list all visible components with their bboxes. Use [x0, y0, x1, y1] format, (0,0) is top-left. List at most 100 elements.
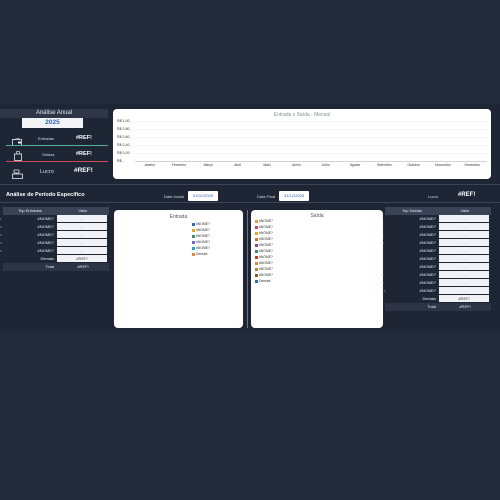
row-value: - [439, 231, 489, 238]
legend-label: Demais [259, 279, 271, 283]
end-date-label: Data Final [257, 194, 276, 199]
row-number: 3 [0, 233, 2, 237]
legend-label: Demais [196, 252, 208, 256]
legend-label: #NOME? [259, 273, 273, 277]
end-date-field[interactable]: 31/12/2025 [279, 191, 309, 201]
y-tick-label: R$ 0,40 [117, 143, 130, 147]
x-tick-label: Fevereiro [171, 163, 187, 167]
chart-title: Entrada x Saída - Mensal [273, 112, 331, 118]
legend-swatch [192, 252, 195, 256]
x-tick-label: Abril [234, 163, 242, 167]
row-value: - [57, 215, 107, 222]
table-row: 2 #NOME? - [0, 223, 109, 231]
row-value: - [439, 255, 489, 262]
row-number: 2 [0, 225, 2, 229]
row-value: - [57, 239, 107, 246]
entradas-value: #REF! [76, 135, 92, 141]
table-row: 4 #NOME? - [382, 239, 491, 247]
table-row: 7 #NOME? - [382, 263, 491, 271]
wallet-icon [12, 133, 22, 146]
start-date-label: Data Inicial [164, 194, 184, 199]
y-tick-label: R$ 0,20 [117, 151, 130, 155]
start-date-field[interactable]: 01/01/2025 [188, 191, 218, 201]
gridline [135, 145, 487, 146]
entradas-label: Entradas [38, 136, 55, 141]
table-row: 4 #NOME? - [0, 239, 109, 247]
x-tick-label: Maio [263, 163, 271, 167]
legend-swatch [192, 246, 195, 250]
row-name: #NOME? [419, 240, 436, 245]
row-name: #NOME? [37, 216, 54, 221]
row-value: - [57, 231, 107, 238]
annual-title: Análise Anual [0, 109, 108, 118]
total-value: #REF! [77, 264, 89, 269]
row-number: 5 [0, 249, 2, 253]
legend-swatch [255, 255, 258, 259]
row-value: - [439, 287, 489, 294]
period-top-rule [0, 184, 500, 185]
top-entradas-header: Top Entradas [3, 207, 57, 215]
entrada-pie-title: Entrada [169, 214, 188, 220]
legend-label: #NOME? [196, 222, 210, 226]
x-tick-label: Agosto [349, 163, 361, 167]
cash-register-icon [12, 166, 23, 179]
legend-label: #NOME? [196, 234, 210, 238]
row-name: #NOME? [419, 288, 436, 293]
total-value: #REF! [459, 304, 471, 309]
row-name: #NOME? [37, 232, 54, 237]
top-saidas-total-row: Total #REF! [385, 303, 491, 311]
gridline [135, 129, 487, 130]
legend-swatch [255, 219, 258, 223]
legend-swatch [192, 222, 195, 226]
row-number: 4 [382, 241, 384, 245]
row-value: - [439, 247, 489, 254]
x-tick-label: Dezembro [464, 163, 481, 167]
legend-swatch [255, 237, 258, 241]
y-tick-label: R$ 0,80 [117, 127, 130, 131]
table-row: 5 #NOME? - [0, 247, 109, 255]
row-name: #NOME? [419, 248, 436, 253]
legend-swatch [255, 267, 258, 271]
y-tick-label: R$ - [117, 159, 124, 163]
total-label: Total [45, 264, 54, 269]
top-entradas-total-row: Total #REF! [3, 263, 109, 271]
lucro-value: #REF! [74, 167, 93, 174]
period-lucro-label: Lucro [428, 194, 439, 199]
year-selector[interactable]: 2025 [22, 118, 83, 128]
total-label: Total [427, 304, 436, 309]
legend-swatch [255, 243, 258, 247]
row-value: - [57, 247, 107, 254]
x-tick-label: Julho [321, 163, 330, 167]
row-number: 4 [0, 241, 2, 245]
table-row: 8 #NOME? - [382, 271, 491, 279]
table-row: 9 #NOME? - [382, 279, 491, 287]
legend-swatch [192, 228, 195, 232]
row-value: - [439, 263, 489, 270]
period-bottom-rule [0, 202, 500, 203]
row-number: 2 [382, 225, 384, 229]
table-row: 1 #NOME? - [382, 215, 491, 223]
row-number: 8 [382, 273, 384, 277]
table-row: 3 #NOME? - [0, 231, 109, 239]
legend-label: #NOME? [259, 249, 273, 253]
legend-label: #NOME? [259, 267, 273, 271]
row-value: - [439, 271, 489, 278]
legend-item: Demais [255, 278, 273, 284]
row-number: 3 [382, 233, 384, 237]
x-tick-label: Junho [291, 163, 301, 167]
entrada-legend: #NOME? #NOME? #NOME? #NOME? #NOME? Demais [192, 221, 210, 257]
x-tick-label: Novembro [435, 163, 451, 167]
legend-label: #NOME? [259, 219, 273, 223]
x-tick-label: Outubro [407, 163, 420, 167]
demais-value: #REF! [57, 255, 107, 262]
row-value: - [439, 279, 489, 286]
legend-label: #NOME? [196, 228, 210, 232]
entradas-divider [6, 145, 108, 146]
legend-swatch [255, 249, 258, 253]
table-row: 1 #NOME? - [0, 215, 109, 223]
monthly-chart-card: Entrada x Saída - Mensal R$ 1,00 R$ 0,80 R… [113, 109, 491, 179]
table-row: 10 #NOME? - [382, 287, 491, 295]
row-number: 1 [0, 217, 2, 221]
legend-label: #NOME? [259, 231, 273, 235]
legend-swatch [255, 279, 258, 283]
